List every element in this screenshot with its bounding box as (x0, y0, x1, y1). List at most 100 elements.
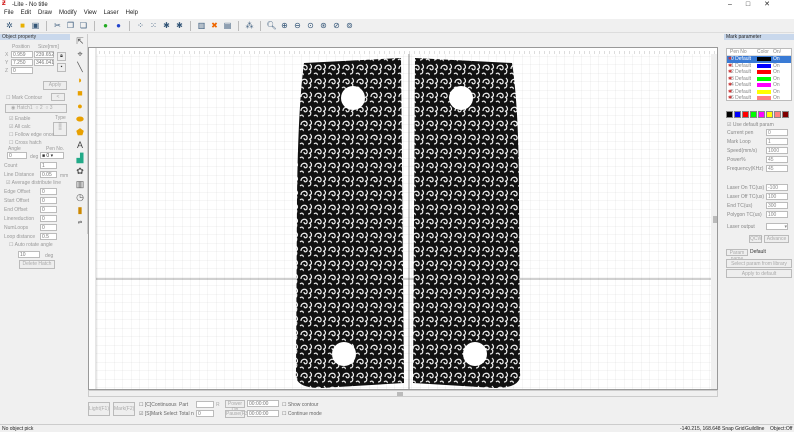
mark-loop-input[interactable]: 1 (766, 138, 788, 145)
barcode-tool-icon[interactable]: ▥ (74, 178, 86, 190)
menu-draw[interactable]: Draw (38, 10, 52, 19)
node-edit-icon[interactable]: ⌖ (74, 48, 86, 60)
menu-file[interactable]: File (4, 10, 14, 19)
param-name-button[interactable]: Param name (726, 249, 748, 262)
bug-icon[interactable]: ✱ (161, 20, 172, 31)
start-offset-input[interactable]: 0 (40, 197, 57, 204)
open-icon[interactable]: ■ (17, 20, 28, 31)
average-distribute-checkbox[interactable]: ☑ Average distribute line (6, 180, 61, 186)
select-icon[interactable]: ⇱ (74, 35, 86, 47)
pen-row[interactable]: ✱ 6 Default On (727, 95, 791, 102)
hatch-type-button[interactable]: ≡ ≡ (53, 122, 67, 136)
loop-distance-input[interactable]: 0.5 (40, 233, 57, 240)
bug2-icon[interactable]: ✱ (174, 20, 185, 31)
list-icon[interactable]: ▤ (222, 20, 233, 31)
zoom-fit-icon[interactable]: ⊚ (344, 20, 355, 31)
hatch1-radio[interactable]: ◉ Hatch1 (11, 105, 33, 111)
contour-settings-button[interactable]: < (51, 93, 65, 101)
mark-contour-checkbox[interactable]: ☐ Mark Contour (6, 95, 42, 101)
palette-swatch[interactable] (742, 111, 749, 118)
end-offset-input[interactable]: 0 (40, 206, 57, 213)
line-distance-input[interactable]: 0.05 (40, 171, 57, 178)
line-icon[interactable]: ╲ (74, 61, 86, 73)
horizontal-scrollbar[interactable] (88, 390, 718, 397)
frequency-input[interactable]: 45 (766, 165, 788, 172)
current-pen-input[interactable]: 0 (766, 129, 788, 136)
zoom-select-icon[interactable]: ⊛ (318, 20, 329, 31)
guideline-toggle[interactable]: Guildline (745, 426, 764, 432)
part-reset[interactable]: R (216, 402, 220, 408)
laser-output-select[interactable]: ▾ (766, 223, 788, 230)
x-position-input[interactable]: 0.959 (11, 51, 33, 58)
palette-swatch[interactable] (758, 111, 765, 118)
num-loops-input[interactable]: 0 (40, 224, 57, 231)
apply-default-button[interactable]: Apply to default (726, 269, 792, 278)
menu-edit[interactable]: Edit (21, 10, 31, 19)
hatch2-radio[interactable]: ○ 2 (35, 105, 42, 111)
menu-view[interactable]: View (84, 10, 97, 19)
curve-icon[interactable]: ◗ (74, 74, 86, 86)
paste-icon[interactable]: ❏ (78, 20, 89, 31)
rectangle-icon[interactable]: ■ (74, 87, 86, 99)
add-icon[interactable]: ● (100, 20, 111, 31)
auto-rotate-checkbox[interactable]: ☐ Auto rotate angle (9, 242, 53, 248)
palette-swatch[interactable] (750, 111, 757, 118)
end-tc-input[interactable]: 300 (766, 202, 788, 209)
timer-icon[interactable]: ◷ (74, 191, 86, 203)
apply-button[interactable]: Apply (43, 81, 67, 90)
continue-mode-checkbox[interactable]: ☐ Continue mode (282, 411, 322, 417)
node2-icon[interactable]: ⁙ (148, 20, 159, 31)
total-input[interactable]: 0 (196, 410, 214, 417)
snap-grid-toggle[interactable]: Snap Grid (722, 426, 745, 432)
polygon-tc-input[interactable]: 100 (766, 211, 788, 218)
zoom-page-icon[interactable]: ⊘ (331, 20, 342, 31)
y-size-input[interactable]: 346.041 (34, 59, 54, 66)
node-icon[interactable]: ⁘ (135, 20, 146, 31)
y-position-input[interactable]: 7.250 (11, 59, 33, 66)
window-controls[interactable]: –□✕ (728, 0, 784, 8)
advance-button[interactable]: Advance (764, 235, 789, 243)
tools-icon[interactable]: ✖ (209, 20, 220, 31)
enable-checkbox[interactable]: ☑ Enable (9, 116, 30, 122)
line-reduction-input[interactable]: 0 (40, 215, 57, 222)
continuous-checkbox[interactable]: ☐ [C]Continuous (139, 402, 177, 408)
text-icon[interactable]: A (74, 139, 86, 151)
palette-swatch[interactable] (766, 111, 773, 118)
io-icon[interactable]: ▮ (74, 204, 86, 216)
polygon-icon[interactable]: ⬟ (74, 126, 86, 138)
import-icon[interactable]: ● (113, 20, 124, 31)
palette-swatch[interactable] (734, 111, 741, 118)
pen-select[interactable]: ■ 0 ▾ (40, 152, 64, 159)
new-icon[interactable]: ✲ (4, 20, 15, 31)
ellipse-icon[interactable]: ⬬ (74, 113, 86, 125)
show-contour-checkbox[interactable]: ☐ Show contour (282, 402, 318, 408)
drawing-canvas[interactable] (88, 47, 718, 390)
hatch-icon[interactable]: ▥ (196, 20, 207, 31)
palette-swatch[interactable] (782, 111, 789, 118)
zoom-icon[interactable]: 🔍︎ (266, 20, 277, 31)
copy-icon[interactable]: ❐ (65, 20, 76, 31)
count-input[interactable]: 1 (40, 162, 57, 169)
circle-icon[interactable]: ● (74, 100, 86, 112)
barcode-icon[interactable]: ⁂ (244, 20, 255, 31)
follow-edge-checkbox[interactable]: ☐ Follow edge once (9, 132, 54, 138)
z-position-input[interactable]: 0 (11, 67, 33, 74)
use-default-checkbox[interactable]: ☑ Use default param (727, 122, 774, 128)
cut-icon[interactable]: ✂ (52, 20, 63, 31)
x-size-input[interactable]: 239.652 (34, 51, 54, 58)
zoom-in-icon[interactable]: ⊕ (279, 20, 290, 31)
center-icon[interactable]: ▪ (57, 63, 66, 72)
bitmap-icon[interactable]: ▟ (74, 152, 86, 164)
menu-help[interactable]: Help (126, 10, 138, 19)
menu-laser[interactable]: Laser (104, 10, 119, 19)
power-input[interactable]: 45 (766, 156, 788, 163)
palette-swatch[interactable] (774, 111, 781, 118)
angle-input[interactable]: 0 (7, 152, 27, 159)
vector-file-icon[interactable]: ✿ (74, 165, 86, 177)
qcw-button[interactable]: QCW (749, 235, 762, 243)
menu-modify[interactable]: Modify (59, 10, 77, 19)
part-input[interactable] (196, 401, 214, 408)
pause-button[interactable]: Pause(F3) (225, 410, 249, 418)
lock-icon[interactable]: 🔒︎ (57, 52, 66, 61)
mark-button[interactable]: Mark(F2) (113, 402, 135, 416)
